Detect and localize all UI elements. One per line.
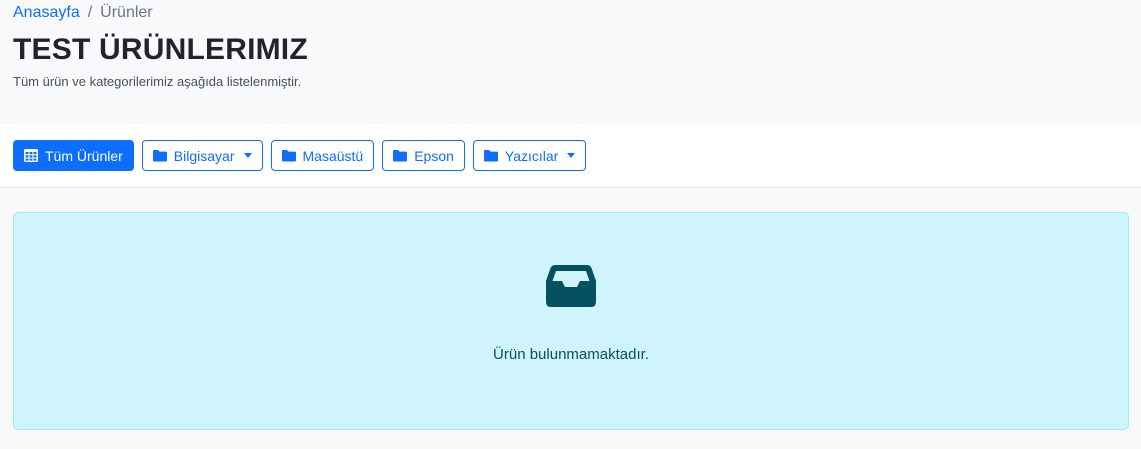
category-label: Yazıcılar xyxy=(504,147,559,164)
category-label: Epson xyxy=(414,147,454,164)
chevron-down-icon xyxy=(243,153,252,158)
category-label: Masaüstü xyxy=(302,147,364,164)
chevron-down-icon xyxy=(567,153,576,158)
breadcrumb: Anasayfa / Ürünler xyxy=(13,3,153,23)
inbox-icon xyxy=(546,263,596,307)
category-yazicilar-dropdown[interactable]: Yazıcılar xyxy=(472,140,587,171)
all-products-button[interactable]: Tüm Ürünler xyxy=(13,140,134,171)
category-button-group: Tüm Ürünler Bilgisayar Masaüstü Epson Ya… xyxy=(13,140,587,171)
breadcrumb-current: Ürünler xyxy=(100,4,153,21)
category-bilgisayar-dropdown[interactable]: Bilgisayar xyxy=(141,140,263,171)
page-title: TEST ÜRÜNLERIMIZ xyxy=(13,33,308,66)
grid-icon xyxy=(24,149,38,162)
category-toolbar: Tüm Ürünler Bilgisayar Masaüstü Epson Ya… xyxy=(0,124,1141,188)
folder-icon xyxy=(281,149,296,162)
category-label: Bilgisayar xyxy=(173,147,235,164)
page-subtitle: Tüm ürün ve kategorilerimiz aşağıda list… xyxy=(13,74,302,89)
folder-icon xyxy=(393,149,408,162)
category-epson-button[interactable]: Epson xyxy=(382,140,465,171)
folder-icon xyxy=(483,149,498,162)
category-masaustu-button[interactable]: Masaüstü xyxy=(270,140,375,171)
folder-icon xyxy=(152,149,167,162)
all-products-label: Tüm Ürünler xyxy=(45,147,123,164)
empty-state-alert: Ürün bulunmamaktadır. xyxy=(13,212,1129,430)
page-header: Anasayfa / Ürünler TEST ÜRÜNLERIMIZ Tüm … xyxy=(0,0,1141,124)
breadcrumb-separator: / xyxy=(87,4,93,21)
empty-state-message: Ürün bulunmamaktadır. xyxy=(493,346,649,363)
breadcrumb-home-link[interactable]: Anasayfa xyxy=(13,3,80,23)
